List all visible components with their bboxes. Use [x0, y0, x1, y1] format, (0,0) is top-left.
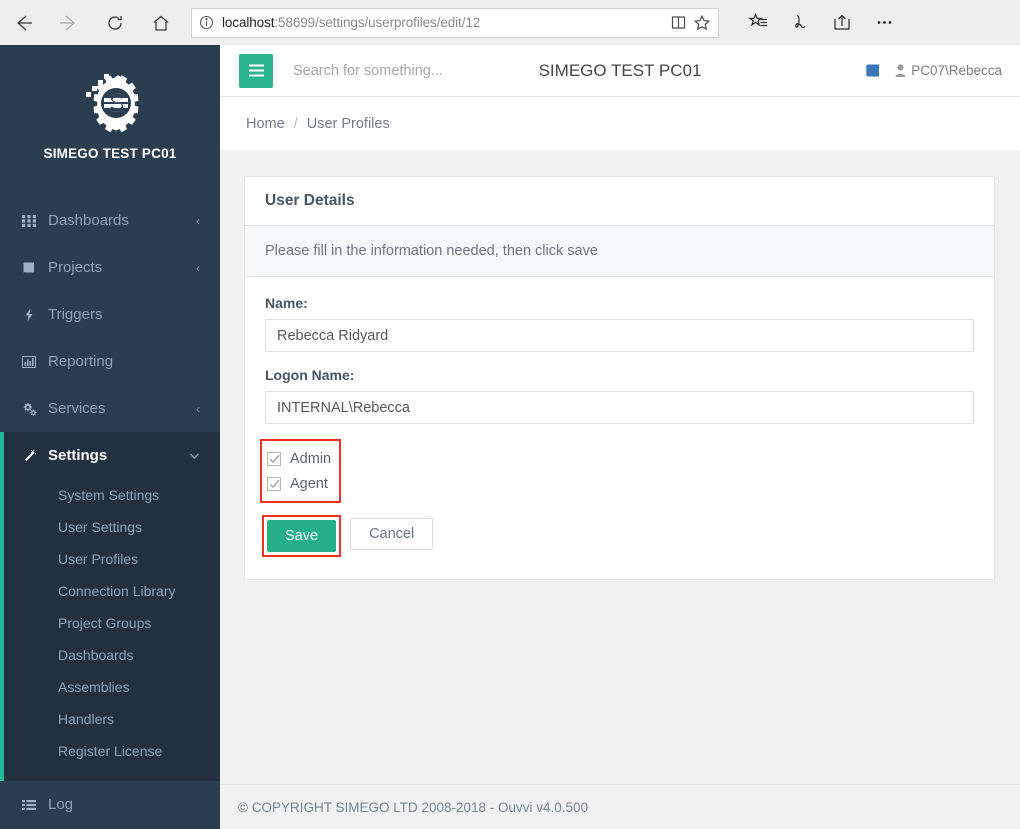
agent-checkbox-label: Agent	[290, 475, 328, 492]
reading-view-icon[interactable]	[670, 14, 687, 31]
sidebar-subitem-user-settings[interactable]: User Settings	[4, 511, 220, 543]
sidebar-subitem-user-profiles[interactable]: User Profiles	[4, 543, 220, 575]
user-name: PC07\Rebecca	[911, 63, 1002, 78]
sidebar-subitem-system-settings[interactable]: System Settings	[4, 479, 220, 511]
breadcrumb-home[interactable]: Home	[246, 116, 285, 132]
sidebar-subitem-register-license[interactable]: Register License	[4, 735, 220, 767]
top-bar-right: PC07\Rebecca	[864, 63, 1002, 79]
sidebar-item-settings[interactable]: Settings	[4, 432, 220, 479]
more-ellipsis-icon[interactable]	[863, 0, 905, 45]
sidebar-item-services[interactable]: Services ‹	[0, 385, 220, 432]
book-icon	[22, 261, 48, 275]
sidebar-item-log[interactable]: Log	[0, 781, 220, 828]
web-note-pen-icon[interactable]	[779, 0, 821, 45]
search-input[interactable]	[293, 62, 573, 79]
sidebar-item-projects[interactable]: Projects ‹	[0, 244, 220, 291]
sidebar-item-label: Log	[48, 796, 74, 813]
share-icon[interactable]	[821, 0, 863, 45]
url-host: localhost	[222, 15, 275, 30]
brand-name: SIMEGO TEST PC01	[43, 146, 177, 161]
sidebar-group-settings: Settings System Settings User Settings U…	[0, 432, 220, 781]
sidebar-nav: Dashboards ‹ Projects ‹ Triggers Reporti…	[0, 197, 220, 828]
settings-submenu: System Settings User Settings User Profi…	[4, 479, 220, 781]
breadcrumb: Home / User Profiles	[220, 97, 1020, 150]
admin-checkbox-row[interactable]: Admin	[267, 446, 331, 471]
save-button[interactable]: Save	[267, 520, 337, 552]
favorites-list-icon[interactable]	[737, 0, 779, 45]
logon-name-label: Logon Name:	[265, 367, 355, 383]
sidebar-subitem-assemblies[interactable]: Assemblies	[4, 671, 220, 703]
content-area: SIMEGO TEST PC01 PC07\Rebecca	[220, 45, 1020, 829]
agent-checkbox-row[interactable]: Agent	[267, 471, 331, 496]
page-body: User Details Please fill in the informat…	[220, 150, 1020, 829]
user-details-card: User Details Please fill in the informat…	[244, 176, 995, 580]
bolt-icon	[22, 308, 48, 322]
user-chip[interactable]: PC07\Rebecca	[895, 63, 1002, 78]
chevron-left-icon: ‹	[196, 401, 200, 416]
refresh-button[interactable]	[92, 0, 138, 45]
sidebar-item-label: Reporting	[48, 353, 114, 370]
sidebar-subitem-connection-library[interactable]: Connection Library	[4, 575, 220, 607]
back-button[interactable]	[0, 0, 46, 45]
sidebar-subitem-handlers[interactable]: Handlers	[4, 703, 220, 735]
application-frame: SIMEGO TEST PC01 Dashboards ‹ Projects ‹…	[0, 45, 1020, 829]
sidebar-item-label: Projects	[48, 259, 103, 276]
sidebar-item-label: Dashboards	[48, 212, 129, 229]
admin-checkbox[interactable]	[267, 451, 281, 466]
url-path: :58699/settings/userprofiles/edit/12	[274, 15, 481, 30]
url-text: localhost:58699/settings/userprofiles/ed…	[222, 15, 664, 30]
name-field-group: Name:	[265, 295, 974, 352]
chevron-down-icon	[189, 452, 200, 460]
bar-chart-icon	[22, 355, 48, 369]
chevron-left-icon: ‹	[196, 260, 200, 275]
logon-name-input[interactable]	[265, 391, 974, 424]
sidebar-subitem-dashboards[interactable]: Dashboards	[4, 639, 220, 671]
card-body: Name: Logon Name:	[245, 277, 994, 579]
sidebar-item-dashboards[interactable]: Dashboards ‹	[0, 197, 220, 244]
card-info-banner: Please fill in the information needed, t…	[245, 226, 994, 277]
address-bar[interactable]: localhost:58699/settings/userprofiles/ed…	[191, 7, 719, 38]
form-actions: Save Cancel	[262, 515, 974, 557]
admin-checkbox-label: Admin	[290, 450, 332, 467]
sidebar-item-label: Triggers	[48, 306, 103, 323]
sidebar-brand: SIMEGO TEST PC01	[0, 45, 220, 161]
sidebar-item-triggers[interactable]: Triggers	[0, 291, 220, 338]
browser-tool-icons	[737, 0, 905, 45]
hamburger-menu-icon[interactable]	[239, 53, 273, 88]
sidebar-subitem-project-groups[interactable]: Project Groups	[4, 607, 220, 639]
list-icon	[22, 798, 48, 812]
magic-wand-icon	[22, 448, 48, 463]
sidebar-item-label: Settings	[48, 447, 108, 464]
card-header: User Details	[245, 177, 994, 226]
sidebar-item-reporting[interactable]: Reporting	[0, 338, 220, 385]
copyright-text: © COPYRIGHT SIMEGO LTD 2008-2018 - Ouvvi…	[238, 799, 589, 815]
breadcrumb-separator: /	[293, 115, 298, 132]
grid-icon	[22, 214, 48, 228]
forward-button[interactable]	[46, 0, 92, 45]
save-button-highlight: Save	[262, 515, 342, 557]
simego-gear-logo	[0, 70, 220, 134]
chevron-left-icon: ‹	[196, 213, 200, 228]
info-icon	[199, 15, 214, 30]
cancel-button[interactable]: Cancel	[350, 518, 434, 550]
person-icon	[895, 64, 906, 77]
breadcrumb-current: User Profiles	[306, 115, 390, 132]
logon-name-field-group: Logon Name:	[265, 367, 974, 424]
gears-icon	[22, 402, 48, 416]
agent-checkbox[interactable]	[267, 476, 281, 491]
book-blue-icon[interactable]	[864, 63, 881, 79]
footer: © COPYRIGHT SIMEGO LTD 2008-2018 - Ouvvi…	[220, 784, 1020, 829]
name-label: Name:	[265, 295, 308, 311]
sidebar: SIMEGO TEST PC01 Dashboards ‹ Projects ‹…	[0, 45, 220, 829]
card-title: User Details	[265, 192, 355, 209]
top-bar: SIMEGO TEST PC01 PC07\Rebecca	[220, 45, 1020, 97]
sidebar-item-label: Services	[48, 400, 106, 417]
star-icon[interactable]	[693, 14, 711, 32]
browser-toolbar: localhost:58699/settings/userprofiles/ed…	[0, 0, 1020, 45]
roles-checkbox-highlight: Admin Agent	[260, 439, 342, 503]
name-input[interactable]	[265, 319, 974, 352]
home-button[interactable]	[138, 0, 184, 45]
